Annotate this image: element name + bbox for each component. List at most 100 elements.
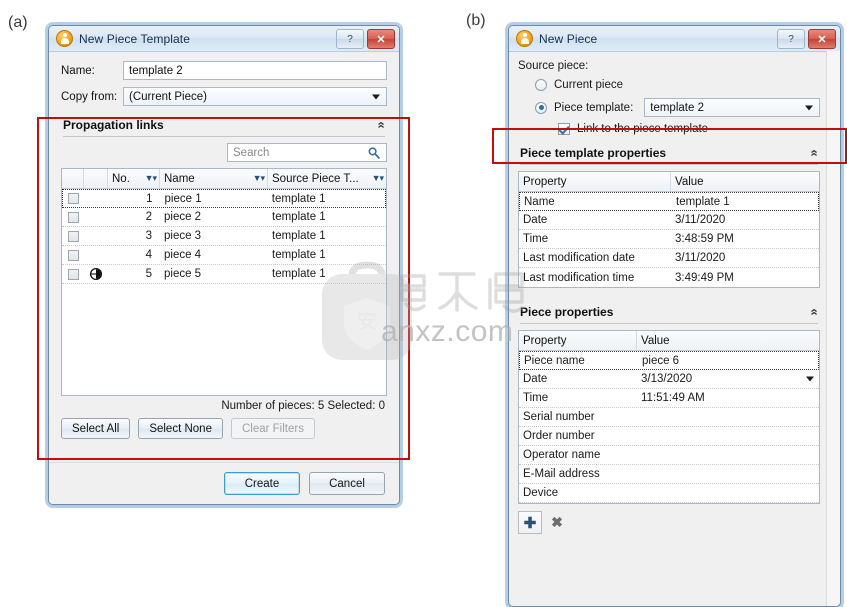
table-row[interactable]: Order number	[519, 427, 819, 446]
piece-template-properties-header[interactable]: Piece template properties «	[518, 143, 822, 164]
propagation-link-icon[interactable]	[89, 267, 103, 281]
row-value[interactable]: 3:49:49 PM	[671, 272, 819, 284]
row-checkbox[interactable]	[68, 193, 80, 204]
dialog-a-window-buttons[interactable]: ? ✕	[336, 29, 395, 49]
piece-template-radio[interactable]	[535, 101, 547, 114]
dialog-b-titlebar[interactable]: New Piece ? ✕	[509, 26, 840, 52]
grid-header-flag[interactable]	[84, 169, 108, 188]
table-row[interactable]: Name template 1	[519, 192, 819, 211]
name-input[interactable]: template 2	[123, 61, 387, 80]
create-button[interactable]: Create	[224, 472, 300, 495]
row-property: Date	[523, 214, 548, 226]
row-value[interactable]: 3/11/2020	[671, 252, 819, 264]
table-row[interactable]: Operator name	[519, 446, 819, 465]
row-checkbox-cell[interactable]	[62, 230, 84, 242]
link-to-template-checkbox[interactable]	[558, 123, 570, 135]
app-icon	[516, 30, 533, 47]
table-row[interactable]: 3 piece 3 template 1	[62, 227, 386, 246]
remove-property-button[interactable]: ✖	[545, 511, 569, 534]
help-button[interactable]: ?	[336, 29, 364, 49]
chevron-up-icon[interactable]: «	[374, 121, 389, 128]
table-row[interactable]: 5 piece 5 template 1	[62, 265, 386, 284]
row-property: Name	[524, 195, 555, 208]
row-value[interactable]: 3/11/2020	[671, 214, 819, 226]
table-row[interactable]: Piece name piece 6	[519, 351, 819, 370]
row-checkbox-cell[interactable]	[62, 211, 84, 223]
grid-header-no[interactable]: No. ▼▾	[108, 169, 160, 188]
add-property-button[interactable]: ✚	[518, 511, 542, 534]
piece-template-select[interactable]: template 2	[644, 98, 820, 117]
search-input[interactable]: Search	[227, 143, 387, 162]
grid-header-source[interactable]: Source Piece T... ▼▾	[268, 169, 386, 188]
row-checkbox[interactable]	[67, 249, 79, 261]
table-row[interactable]: E-Mail address	[519, 465, 819, 484]
dialog-a-titlebar[interactable]: New Piece Template ? ✕	[49, 26, 399, 52]
piece-properties-header[interactable]: Piece properties «	[518, 302, 822, 323]
row-property: Time	[523, 392, 549, 404]
grid-header-source-label: Source Piece T...	[272, 172, 359, 185]
row-checkbox-cell[interactable]	[62, 249, 84, 261]
row-value[interactable]: piece 6	[638, 355, 818, 367]
row-checkbox[interactable]	[67, 211, 79, 223]
row-checkbox[interactable]	[67, 268, 79, 280]
search-icon[interactable]	[367, 146, 381, 160]
table-row[interactable]: Date 3/13/2020	[519, 370, 819, 389]
dialog-b-scrollbar[interactable]	[826, 51, 840, 606]
row-checkbox[interactable]	[67, 230, 79, 242]
piece-properties-grid[interactable]: Property Value Piece name piece 6 Date 3…	[518, 330, 820, 504]
row-no: 3	[145, 230, 152, 242]
table-row[interactable]: Last modification time 3:49:49 PM	[519, 268, 819, 287]
row-name: piece 1	[164, 192, 202, 205]
row-checkbox-cell[interactable]	[63, 193, 85, 204]
grid-header-name[interactable]: Name ▼▾	[160, 169, 268, 188]
link-to-template-row[interactable]: Link to the piece template	[558, 123, 820, 135]
current-piece-radio-row[interactable]: Current piece	[535, 79, 820, 91]
new-piece-template-dialog[interactable]: New Piece Template ? ✕ Name: template 2 …	[48, 25, 400, 505]
new-piece-dialog[interactable]: New Piece ? ✕ Source piece: Current piec…	[508, 25, 841, 607]
row-checkbox-cell[interactable]	[62, 268, 84, 280]
table-row[interactable]: 4 piece 4 template 1	[62, 246, 386, 265]
grid-header-row: Property Value	[519, 331, 819, 351]
row-value[interactable]: 3:48:59 PM	[671, 233, 819, 245]
chevron-up-icon[interactable]: «	[807, 308, 822, 315]
grid-header-check[interactable]	[62, 169, 84, 188]
help-button[interactable]: ?	[777, 29, 805, 49]
grid-status-text: Number of pieces: 5 Selected: 0	[221, 400, 385, 412]
cancel-button[interactable]: Cancel	[309, 472, 385, 495]
table-row[interactable]: Time 11:51:49 AM	[519, 389, 819, 408]
table-row[interactable]: 1 piece 1 template 1	[62, 189, 386, 208]
table-row[interactable]: Time 3:48:59 PM	[519, 230, 819, 249]
propagation-links-header[interactable]: Propagation links «	[61, 115, 389, 136]
propagation-links-grid[interactable]: No. ▼▾ Name ▼▾ Source Piece T... ▼▾ 1 pi…	[61, 168, 387, 396]
current-piece-radio[interactable]	[535, 79, 547, 91]
app-icon	[56, 30, 73, 47]
close-button[interactable]: ✕	[367, 29, 395, 49]
piece-template-properties-title: Piece template properties	[520, 146, 667, 160]
row-value[interactable]: 3/13/2020	[637, 373, 819, 385]
dialog-b-window-buttons[interactable]: ? ✕	[777, 29, 836, 49]
piece-template-properties-grid[interactable]: Property Value Name template 1 Date 3/11…	[518, 171, 820, 288]
close-button[interactable]: ✕	[808, 29, 836, 49]
select-all-button[interactable]: Select All	[61, 418, 131, 439]
filter-icon[interactable]: ▼▾	[145, 173, 157, 184]
row-property: Operator name	[523, 449, 601, 461]
table-row[interactable]: 2 piece 2 template 1	[62, 208, 386, 227]
piece-template-radio-row[interactable]: Piece template: template 2	[535, 98, 820, 117]
row-source: template 1	[272, 249, 326, 261]
table-row[interactable]: Last modification date 3/11/2020	[519, 249, 819, 268]
grid-header-row: Property Value	[519, 172, 819, 192]
table-row[interactable]: Serial number	[519, 408, 819, 427]
table-row[interactable]: Date 3/11/2020	[519, 211, 819, 230]
row-property: Last modification time	[523, 271, 635, 284]
filter-icon[interactable]: ▼▾	[372, 173, 384, 184]
row-flag-cell[interactable]	[84, 267, 108, 281]
copy-from-select[interactable]: (Current Piece)	[123, 87, 387, 106]
select-none-button[interactable]: Select None	[138, 418, 223, 439]
row-value[interactable]: 11:51:49 AM	[637, 392, 819, 404]
table-row[interactable]: Device	[519, 484, 819, 503]
row-value[interactable]: template 1	[672, 196, 818, 208]
filter-icon[interactable]: ▼▾	[253, 173, 265, 184]
chevron-down-icon[interactable]	[806, 376, 814, 382]
chevron-up-icon[interactable]: «	[807, 149, 822, 156]
chevron-down-icon	[372, 94, 380, 99]
